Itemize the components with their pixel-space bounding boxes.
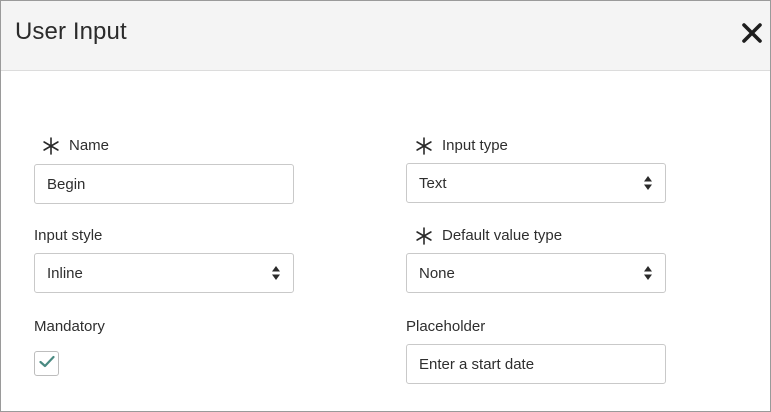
input-type-selected-value: Text: [419, 174, 447, 192]
required-asterisk-icon: [415, 227, 433, 245]
name-label: Name: [42, 137, 109, 155]
default-value-type-select[interactable]: None: [406, 253, 666, 293]
input-style-selected-value: Inline: [47, 264, 83, 282]
default-value-type-selected-value: None: [419, 264, 455, 282]
name-input[interactable]: [34, 164, 294, 204]
user-input-dialog: User Input Name Input type Text: [0, 0, 771, 412]
required-asterisk-icon: [42, 137, 60, 155]
input-type-label-text: Input type: [442, 137, 508, 154]
mandatory-checkbox[interactable]: [34, 351, 59, 376]
dialog-header: User Input: [1, 1, 770, 71]
close-icon[interactable]: [740, 21, 764, 45]
default-value-type-label-text: Default value type: [442, 227, 563, 244]
input-style-label-text: Input style: [34, 227, 103, 244]
select-arrows-icon: [643, 175, 653, 191]
select-arrows-icon: [643, 265, 653, 281]
required-asterisk-icon: [415, 137, 433, 155]
input-type-label: Input type: [415, 137, 508, 155]
mandatory-label-text: Mandatory: [34, 318, 105, 335]
dialog-title: User Input: [15, 18, 127, 45]
input-style-select[interactable]: Inline: [34, 253, 294, 293]
checkmark-icon: [38, 355, 55, 373]
name-label-text: Name: [69, 137, 110, 154]
select-arrows-icon: [271, 265, 281, 281]
default-value-type-label: Default value type: [415, 227, 562, 245]
mandatory-label: Mandatory: [34, 318, 105, 336]
placeholder-label-text: Placeholder: [406, 318, 486, 335]
placeholder-label: Placeholder: [406, 318, 485, 336]
input-type-select[interactable]: Text: [406, 163, 666, 203]
placeholder-input[interactable]: [406, 344, 666, 384]
input-style-label: Input style: [34, 227, 102, 245]
